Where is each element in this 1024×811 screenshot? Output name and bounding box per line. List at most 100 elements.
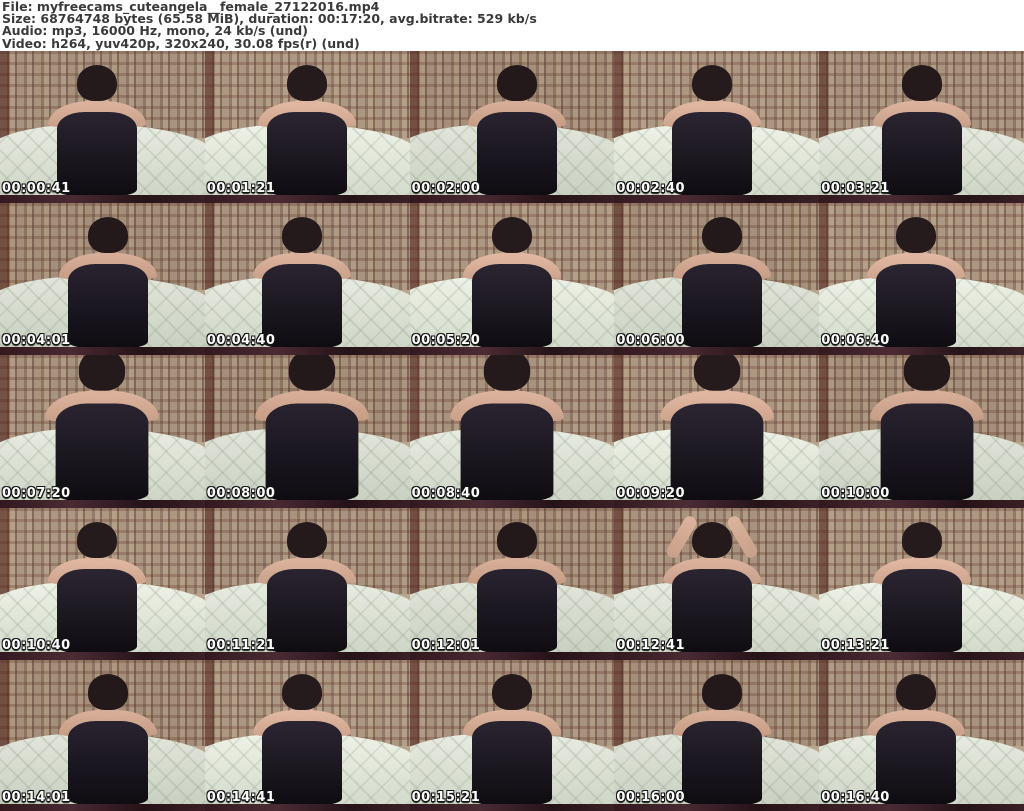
torso — [265, 403, 359, 501]
hair — [497, 521, 538, 558]
hair — [87, 673, 128, 710]
hair — [701, 673, 742, 710]
person-silhouette — [242, 521, 372, 653]
torso — [267, 568, 348, 653]
person-silhouette — [851, 217, 981, 349]
frame-bottom-strip — [819, 347, 1024, 356]
person-silhouette — [43, 673, 173, 805]
hair — [691, 521, 732, 558]
thumbnail-cell: 00:08:00 — [204, 355, 410, 508]
thumbnail-image — [614, 659, 820, 811]
frame-bottom-strip — [819, 651, 1024, 660]
torso — [477, 568, 558, 653]
person-silhouette — [447, 673, 577, 805]
thumbnail-cell: 00:05:20 — [409, 203, 615, 356]
frame-bottom-strip — [204, 195, 410, 204]
frame-bottom-strip — [614, 347, 820, 356]
thumbnail-cell: 00:06:40 — [819, 203, 1024, 356]
thumbnail-cell: 00:16:00 — [614, 659, 820, 811]
frame-bottom-strip — [819, 499, 1024, 508]
hair — [483, 355, 531, 391]
thumbnail-cell: 00:00:41 — [0, 51, 205, 204]
thumbnail-image — [819, 659, 1024, 811]
thumbnail-cell: 00:10:00 — [819, 355, 1024, 508]
hair — [901, 65, 942, 102]
hair — [77, 521, 118, 558]
frame-bottom-strip — [204, 499, 410, 508]
hair — [896, 217, 937, 254]
thumbnail-cell: 00:12:01 — [409, 507, 615, 660]
frame-bottom-strip — [0, 803, 205, 811]
person-silhouette — [242, 65, 372, 197]
frame-bottom-strip — [0, 195, 205, 204]
contact-sheet-page: File: myfreecams_cuteangela__female_2712… — [0, 0, 1024, 811]
timestamp-label: 00:13:21 — [821, 637, 890, 653]
frame-bottom-strip — [204, 803, 410, 811]
hair — [901, 521, 942, 558]
hair — [693, 355, 740, 391]
thumbnail-cell: 00:13:21 — [819, 507, 1024, 660]
frame-bottom-strip — [614, 499, 820, 508]
frame-bottom-strip — [614, 195, 820, 204]
person-silhouette — [447, 217, 577, 349]
person-silhouette — [431, 355, 582, 501]
timestamp-label: 00:02:40 — [616, 181, 686, 197]
person-silhouette — [32, 521, 162, 653]
timestamp-label: 00:00:41 — [2, 181, 71, 197]
frame-bottom-strip — [409, 195, 615, 204]
header-line-video: Video: h264, yuv420p, 320x240, 30.08 fps… — [2, 35, 360, 51]
frame-bottom-strip — [819, 803, 1024, 811]
thumbnail-cell: 00:02:00 — [409, 51, 615, 204]
thumbnail-cell: 00:04:40 — [204, 203, 410, 356]
metadata-header: File: myfreecams_cuteangela__female_2712… — [0, 0, 1024, 51]
timestamp-label: 00:12:41 — [616, 637, 686, 653]
hair — [287, 521, 328, 558]
hair — [77, 65, 118, 102]
torso — [67, 264, 148, 349]
hair — [701, 217, 742, 254]
person-silhouette — [851, 673, 981, 805]
timestamp-label: 00:02:00 — [411, 181, 481, 197]
person-silhouette — [647, 513, 777, 653]
thumbnail-cell: 00:14:01 — [0, 659, 205, 811]
thumbnail-cell: 00:12:41 — [614, 507, 820, 660]
thumbnail-cell: 00:10:40 — [0, 507, 205, 660]
timestamp-label: 00:14:41 — [206, 789, 276, 805]
thumbnail-cell: 00:06:00 — [614, 203, 820, 356]
timestamp-label: 00:14:01 — [2, 789, 71, 805]
timestamp-label: 00:03:21 — [821, 181, 890, 197]
person-silhouette — [641, 355, 792, 501]
frame-bottom-strip — [614, 651, 820, 660]
thumbnail-cell: 00:16:40 — [819, 659, 1024, 811]
hair — [282, 217, 323, 254]
hair — [497, 65, 538, 102]
timestamp-label: 00:01:21 — [206, 181, 276, 197]
timestamp-label: 00:10:00 — [821, 485, 890, 501]
person-silhouette — [27, 355, 178, 501]
torso — [477, 112, 558, 197]
person-silhouette — [237, 673, 367, 805]
hair — [903, 355, 950, 391]
torso — [880, 403, 974, 501]
hair — [896, 673, 937, 710]
torso — [681, 264, 762, 349]
frame-bottom-strip — [204, 347, 410, 356]
person-silhouette — [647, 65, 777, 197]
timestamp-label: 00:09:20 — [616, 485, 686, 501]
person-silhouette — [657, 217, 787, 349]
timestamp-label: 00:04:40 — [206, 333, 276, 349]
torso — [471, 720, 552, 805]
timestamp-label: 00:04:01 — [2, 333, 71, 349]
hair — [691, 65, 732, 102]
timestamp-label: 00:10:40 — [2, 637, 71, 653]
torso — [881, 112, 962, 197]
timestamp-label: 00:06:40 — [821, 333, 890, 349]
thumbnail-cell: 00:09:20 — [614, 355, 820, 508]
torso — [881, 568, 962, 653]
person-silhouette — [237, 217, 367, 349]
thumbnail-cell: 00:07:20 — [0, 355, 205, 508]
thumbnail-cell: 00:01:21 — [204, 51, 410, 204]
hair — [491, 673, 532, 710]
thumbnail-cell: 00:04:01 — [0, 203, 205, 356]
thumbnail-cell: 00:08:40 — [409, 355, 615, 508]
